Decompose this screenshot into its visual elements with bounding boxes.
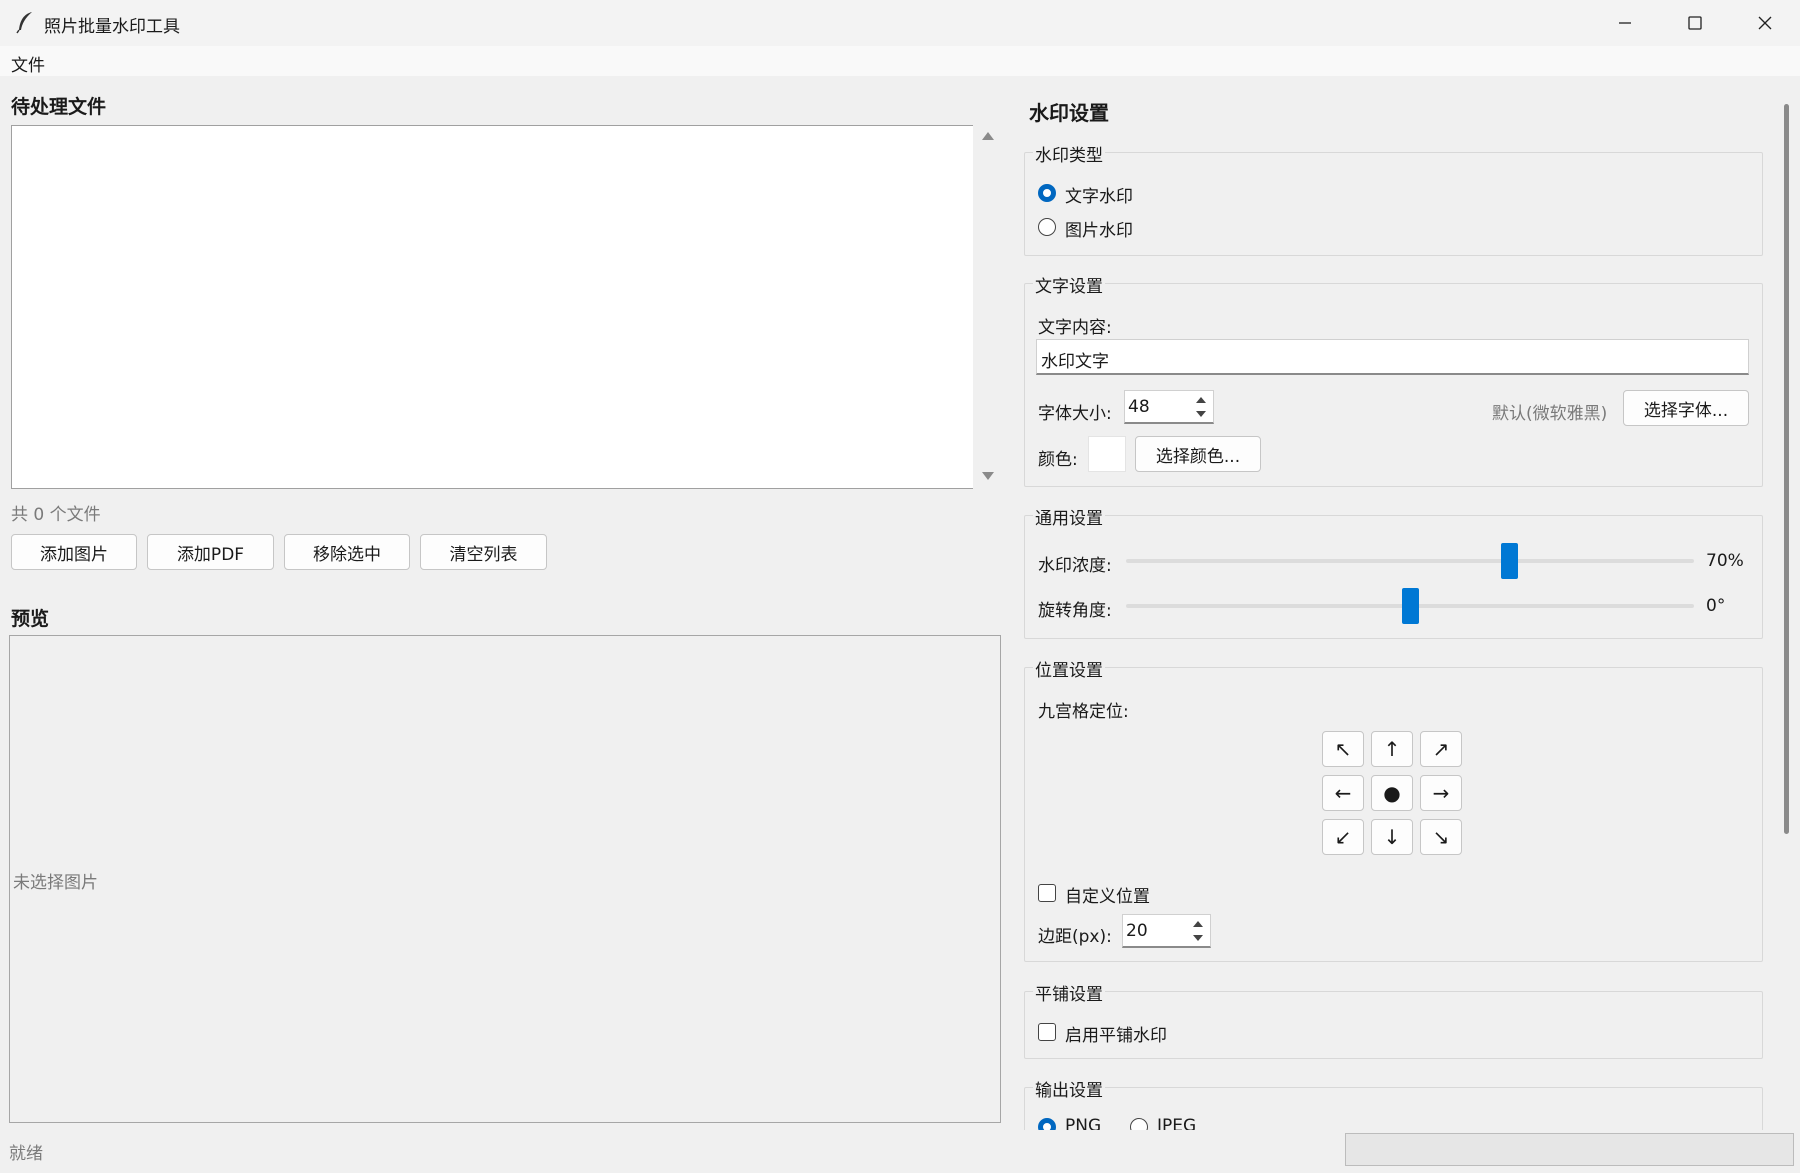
- color-swatch: [1088, 436, 1126, 472]
- radio-image-watermark-label[interactable]: 图片水印: [1065, 216, 1133, 241]
- position-left-button[interactable]: ←: [1322, 775, 1364, 811]
- position-center-button[interactable]: ●: [1371, 775, 1413, 811]
- color-label: 颜色:: [1038, 450, 1078, 470]
- position-bottom-left-button[interactable]: ↙: [1322, 819, 1364, 855]
- radio-text-watermark-label[interactable]: 文字水印: [1065, 182, 1133, 207]
- watermark-type-label: 水印类型: [1033, 141, 1105, 166]
- position-top-left-button[interactable]: ↖: [1322, 731, 1364, 767]
- scroll-up-icon[interactable]: [981, 131, 995, 141]
- position-right-button[interactable]: →: [1420, 775, 1462, 811]
- feather-app-icon: [16, 12, 32, 34]
- font-size-value: 48: [1128, 397, 1150, 417]
- general-settings-label: 通用设置: [1033, 504, 1105, 529]
- choose-font-button[interactable]: 选择字体...: [1623, 390, 1749, 426]
- watermark-type-group: [1024, 152, 1763, 256]
- menu-file[interactable]: 文件: [11, 51, 45, 76]
- minimize-icon: [1619, 22, 1631, 24]
- radio-text-watermark[interactable]: [1038, 184, 1056, 202]
- font-size-spin-arrows[interactable]: [1191, 393, 1211, 421]
- position-top-right-button[interactable]: ↗: [1420, 731, 1462, 767]
- preview-header: 预览: [11, 608, 50, 630]
- radio-format-png[interactable]: [1038, 1118, 1056, 1130]
- status-text: 就绪: [9, 1144, 43, 1164]
- text-settings-label: 文字设置: [1033, 272, 1105, 297]
- enable-tile-checkbox[interactable]: [1038, 1023, 1056, 1041]
- current-font-label: 默认(微软雅黑): [1492, 404, 1608, 424]
- radio-image-watermark[interactable]: [1038, 218, 1056, 236]
- add-images-button[interactable]: 添加图片: [11, 534, 137, 570]
- add-pdf-button[interactable]: 添加PDF: [147, 534, 274, 570]
- position-bottom-right-button[interactable]: ↘: [1420, 819, 1462, 855]
- opacity-slider-thumb[interactable]: [1500, 543, 1518, 579]
- maximize-button[interactable]: [1660, 0, 1730, 46]
- position-top-button[interactable]: ↑: [1371, 731, 1413, 767]
- margin-spinbox[interactable]: 20: [1122, 914, 1211, 948]
- radio-format-jpeg[interactable]: [1130, 1118, 1148, 1130]
- output-settings-label: 输出设置: [1033, 1076, 1105, 1101]
- rotation-value: 0°: [1706, 596, 1726, 616]
- enable-tile-label[interactable]: 启用平铺水印: [1065, 1021, 1167, 1046]
- file-count: 共 0 个文件: [11, 505, 101, 525]
- maximize-icon: [1688, 16, 1702, 30]
- text-content-label: 文字内容:: [1038, 318, 1112, 338]
- opacity-value: 70%: [1706, 551, 1744, 571]
- margin-value: 20: [1126, 921, 1148, 941]
- spin-down-icon[interactable]: [1191, 407, 1211, 421]
- preview-placeholder: 未选择图片: [13, 873, 98, 893]
- close-button[interactable]: [1730, 0, 1800, 46]
- menu-bar: [0, 46, 1800, 76]
- margin-spin-arrows[interactable]: [1188, 917, 1208, 945]
- preview-area: 未选择图片: [9, 635, 1001, 1123]
- close-icon: [1758, 16, 1772, 30]
- progress-bar: [1345, 1133, 1794, 1166]
- font-size-label: 字体大小:: [1038, 404, 1112, 424]
- window-title: 照片批量水印工具: [44, 17, 180, 37]
- rotation-label: 旋转角度:: [1038, 601, 1112, 621]
- spin-up-icon[interactable]: [1191, 393, 1211, 407]
- position-settings-label: 位置设置: [1033, 656, 1105, 681]
- general-settings-group: [1024, 515, 1763, 639]
- radio-format-jpeg-label[interactable]: JPEG: [1157, 1116, 1196, 1130]
- settings-scrollbar-thumb[interactable]: [1784, 104, 1789, 834]
- position-bottom-button[interactable]: ↓: [1371, 819, 1413, 855]
- spin-up-icon[interactable]: [1188, 917, 1208, 931]
- scroll-down-icon[interactable]: [981, 471, 995, 481]
- font-size-spinbox[interactable]: 48: [1124, 390, 1214, 424]
- grid-position-label: 九宫格定位:: [1038, 702, 1129, 722]
- text-content-value: 水印文字: [1041, 352, 1109, 372]
- opacity-label: 水印浓度:: [1038, 556, 1112, 576]
- choose-color-button[interactable]: 选择颜色...: [1135, 436, 1261, 472]
- tile-settings-label: 平铺设置: [1033, 980, 1105, 1005]
- text-content-input[interactable]: 水印文字: [1036, 339, 1749, 375]
- settings-scrollbar[interactable]: [1778, 80, 1800, 1130]
- opacity-slider-track[interactable]: [1126, 559, 1694, 563]
- clear-list-button[interactable]: 清空列表: [420, 534, 547, 570]
- remove-selected-button[interactable]: 移除选中: [284, 534, 410, 570]
- radio-format-png-label[interactable]: PNG: [1065, 1116, 1101, 1130]
- title-bar: [0, 0, 1800, 46]
- file-list-scrollbar[interactable]: [973, 125, 1003, 489]
- spin-down-icon[interactable]: [1188, 931, 1208, 945]
- custom-position-checkbox[interactable]: [1038, 884, 1056, 902]
- file-list[interactable]: [11, 125, 973, 489]
- margin-label: 边距(px):: [1038, 927, 1112, 947]
- settings-header: 水印设置: [1029, 101, 1109, 125]
- custom-position-label[interactable]: 自定义位置: [1065, 882, 1150, 907]
- minimize-button[interactable]: [1590, 0, 1660, 46]
- rotation-slider-thumb[interactable]: [1401, 588, 1419, 624]
- files-header: 待处理文件: [11, 96, 107, 118]
- output-settings-clip: 输出设置 PNG JPEG: [1020, 1068, 1775, 1130]
